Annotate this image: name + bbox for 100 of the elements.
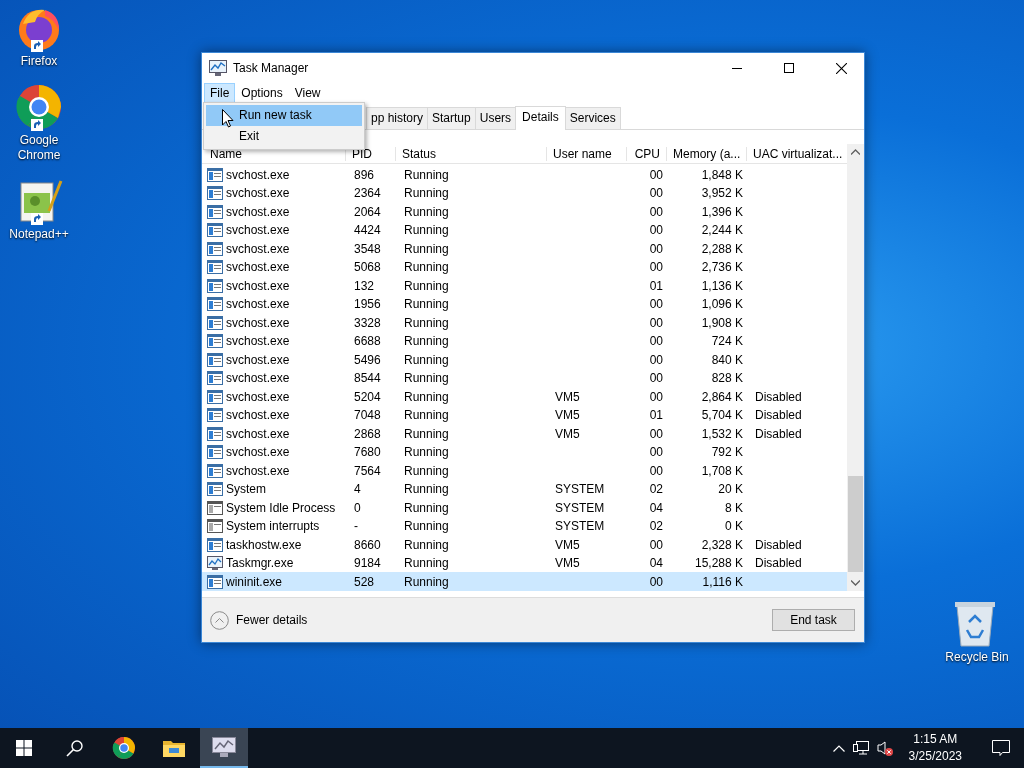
process-row[interactable]: svchost.exe 5204 Running VM5 00 2,864 K Disabled [202,387,847,406]
table-cell: 8 K [725,500,743,515]
process-row[interactable]: svchost.exe 2364 Running 00 3,952 K [202,183,847,203]
window-icon [207,426,223,441]
table-cell: 8544 [354,371,381,386]
scrollbar[interactable] [847,144,864,591]
search-icon [65,739,83,757]
windows-logo-icon [16,740,32,756]
process-row[interactable]: System 4 Running SYSTEM 02 20 K [202,479,847,499]
process-row[interactable]: svchost.exe 8544 Running 00 828 K [202,368,847,388]
table-cell: 3548 [354,241,381,256]
table-cell: 1,708 K [701,463,743,478]
process-row[interactable]: svchost.exe 2868 Running VM5 00 1,532 K Disabled [202,424,847,443]
notification-icon[interactable] [992,739,1010,757]
table-cell: 00 [649,352,663,367]
scroll-thumb[interactable] [848,476,863,572]
table-cell: svchost.exe [226,334,290,349]
process-row[interactable]: svchost.exe 7048 Running VM5 01 5,704 K Disabled [202,405,847,425]
column-header[interactable]: UAC virtualizat... [746,146,845,161]
menu-item[interactable]: View [288,83,327,103]
process-row[interactable]: System interrupts - Running SYSTEM 02 0 K [202,516,847,536]
table-cell: VM5 [555,426,580,441]
column-header[interactable]: CPU [626,146,666,161]
tab[interactable]: Users [474,107,517,129]
table-cell: 1,908 K [701,315,743,330]
table-cell: 4 [354,482,361,497]
tab[interactable]: Startup [427,107,476,129]
table-cell: SYSTEM [555,500,605,515]
window-icon [207,482,223,497]
chevron-up-icon[interactable] [832,744,845,752]
process-row[interactable]: svchost.exe 4424 Running 00 2,244 K [202,220,847,240]
table-cell: Disabled [755,426,802,441]
table-cell: 5,704 K [701,408,743,423]
desktop-icon-label[interactable]: Recycle Bin [945,650,1009,665]
shortcut-arrow-icon [31,119,43,131]
column-header[interactable]: User name [546,146,626,161]
process-row[interactable]: svchost.exe 7564 Running 00 1,708 K [202,461,847,480]
table-cell: Running [404,445,449,460]
process-row[interactable]: wininit.exe 528 Running 00 1,116 K [202,572,847,591]
network-icon[interactable] [852,741,869,755]
table-cell: 7048 [354,408,381,423]
shortcut-arrow-icon [31,213,43,225]
minimize-icon [732,67,742,69]
table-cell: Running [404,260,449,275]
window-icon [207,186,223,201]
table-cell: 00 [649,334,663,349]
process-row[interactable]: svchost.exe 5068 Running 00 2,736 K [202,257,847,277]
table-cell: svchost.exe [226,241,290,256]
process-row[interactable]: svchost.exe 132 Running 01 1,136 K [202,276,847,295]
window-icon [207,223,223,238]
column-header[interactable]: Status [395,146,546,161]
clock[interactable]: 1:15 AM 3/25/2023 [900,731,970,765]
process-row[interactable]: svchost.exe 1956 Running 00 1,096 K [202,294,847,314]
process-row[interactable]: svchost.exe 7680 Running 00 792 K [202,442,847,462]
fewer-details-link[interactable]: Fewer details [236,613,308,627]
process-row[interactable]: svchost.exe 6688 Running 00 724 K [202,331,847,351]
window-icon [207,315,223,330]
table-cell: 00 [649,167,663,182]
process-row[interactable]: svchost.exe 3548 Running 00 2,288 K [202,239,847,258]
process-row[interactable]: svchost.exe 3328 Running 00 1,908 K [202,313,847,332]
process-row[interactable]: taskhostw.exe 8660 Running VM5 00 2,328 K Disabled [202,535,847,554]
table-cell: 2064 [354,204,381,219]
process-row[interactable]: svchost.exe 5496 Running 00 840 K [202,350,847,369]
scroll-up-icon[interactable] [851,149,860,155]
menu-item[interactable]: Options [235,83,289,103]
taskbar-button[interactable] [200,728,248,768]
process-row[interactable]: svchost.exe 896 Running 00 1,848 K [202,165,847,184]
table-cell: svchost.exe [226,352,290,367]
task-manager-icon [212,737,236,757]
muted-speaker-icon[interactable] [876,740,893,756]
table-cell: svchost.exe [226,223,290,238]
desktop-icon-label[interactable]: Google Chrome [0,133,78,163]
table-cell: Running [404,537,449,552]
process-row[interactable]: svchost.exe 2064 Running 00 1,396 K [202,202,847,221]
table-cell: Running [404,574,449,589]
table-cell: 5496 [354,352,381,367]
tab[interactable]: Services [564,107,621,129]
desktop-icon-label[interactable]: Notepad++ [9,227,69,242]
table-cell: Disabled [755,556,802,571]
tab[interactable]: pp history [366,107,429,129]
table-cell: VM5 [555,537,580,552]
menu-option[interactable]: Run new task [206,105,362,126]
column-header[interactable]: Memory (a... [666,146,746,161]
tab[interactable]: Details [515,106,566,130]
table-cell: 00 [649,574,663,589]
pointer-icon [222,109,234,128]
table-cell: 7564 [354,463,381,478]
table-cell: 9184 [354,556,381,571]
menu-item[interactable]: File [204,83,236,103]
process-row[interactable]: Taskmgr.exe 9184 Running VM5 04 15,288 K Disabled [202,553,847,573]
desktop-icon-label[interactable]: Firefox [20,54,58,69]
process-row[interactable]: System Idle Process 0 Running SYSTEM 04 8 K [202,498,847,517]
table-cell: 1,396 K [701,204,743,219]
table-cell: 00 [649,371,663,386]
column-header[interactable]: Name [202,146,345,161]
collapse-icon[interactable] [210,610,229,630]
menu-option[interactable]: Exit [206,126,362,147]
table-cell: svchost.exe [226,408,290,423]
end-task-button[interactable]: End task [772,609,855,631]
scroll-down-icon[interactable] [851,580,860,586]
